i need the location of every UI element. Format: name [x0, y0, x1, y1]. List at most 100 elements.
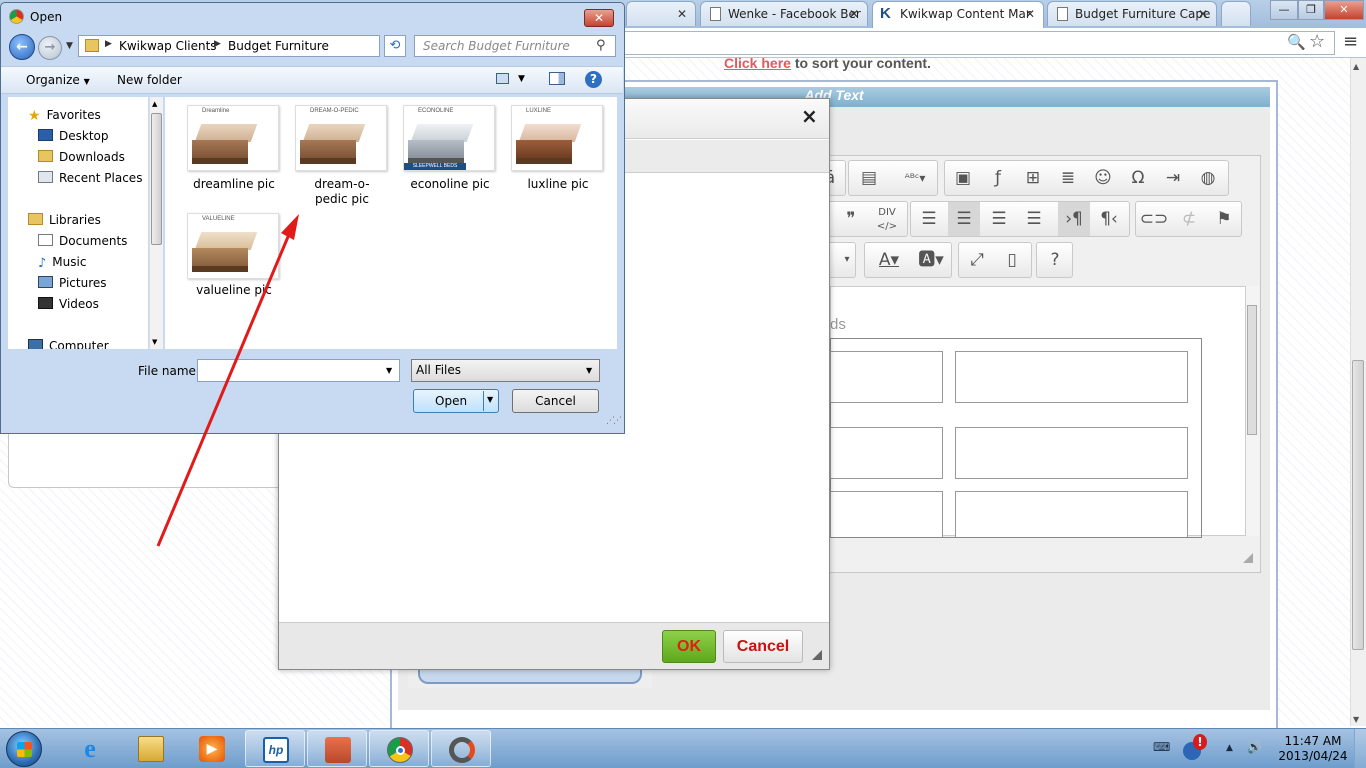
organize-menu[interactable]: Organize ▼	[26, 73, 90, 87]
tab-wenke[interactable]: Wenke - Facebook Ber ✕	[700, 1, 868, 26]
ok-button[interactable]: OK	[662, 630, 716, 663]
nav-desktop[interactable]: Desktop	[38, 129, 109, 143]
table-cell[interactable]	[830, 427, 943, 479]
page-break-icon[interactable]: ⇥	[1157, 161, 1189, 195]
taskbar-app[interactable]	[307, 730, 367, 767]
table-cell[interactable]	[955, 351, 1188, 403]
ltr-icon[interactable]: ›¶	[1058, 202, 1090, 236]
blue-button-fragment[interactable]	[408, 668, 652, 688]
chevron-down-icon[interactable]: ▼	[518, 74, 525, 84]
scroll-down-icon[interactable]: ▼	[1353, 715, 1359, 724]
show-blocks-icon[interactable]: ▯	[996, 243, 1028, 277]
tab-close-icon[interactable]: ✕	[677, 7, 687, 21]
window-close-button[interactable]: ✕	[1324, 0, 1364, 20]
scroll-up-icon[interactable]: ▲	[152, 100, 157, 108]
rtl-icon[interactable]: ¶‹	[1093, 202, 1125, 236]
taskbar-media-player[interactable]: ▶	[182, 730, 242, 767]
align-center-icon[interactable]: ☰	[948, 202, 980, 236]
template-icon[interactable]: ▤	[853, 161, 885, 195]
volume-icon[interactable]: 🔊	[1247, 740, 1262, 754]
table-cell[interactable]	[830, 351, 943, 403]
modal-cancel-button[interactable]: Cancel	[723, 630, 803, 663]
taskbar-chrome[interactable]	[369, 730, 429, 767]
table-cell[interactable]	[955, 427, 1188, 479]
omega-icon[interactable]: Ω	[1122, 161, 1154, 195]
tab-close-icon[interactable]: ✕	[1025, 7, 1035, 21]
refresh-icon[interactable]: ⟲	[384, 35, 406, 57]
action-center-icon[interactable]: !	[1183, 734, 1207, 760]
bookmark-star-icon[interactable]: ☆	[1309, 31, 1325, 52]
blockquote-icon[interactable]: ❞	[835, 202, 867, 236]
tab-partial[interactable]: ✕	[626, 1, 696, 26]
chevron-right-icon[interactable]: ▶	[105, 39, 112, 49]
smiley-icon[interactable]: ☺	[1087, 161, 1119, 195]
tab-kwikwap[interactable]: K Kwikwap Content Mar ✕	[872, 1, 1044, 28]
file-type-select[interactable]: All Files	[411, 359, 600, 382]
restore-button[interactable]: ❐	[1298, 0, 1324, 20]
nav-documents[interactable]: Documents	[38, 234, 127, 248]
zoom-icon[interactable]: 🔍	[1287, 33, 1306, 51]
modal-resize-grip[interactable]	[812, 650, 822, 660]
nav-recent-places[interactable]: Recent Places	[38, 171, 142, 185]
modal-close-icon[interactable]: ×	[801, 104, 818, 128]
spellcheck-icon[interactable]: ᴬᴮᶜ▾	[895, 161, 935, 195]
scroll-up-icon[interactable]: ▲	[1353, 62, 1359, 71]
text-color-icon[interactable]: A▾	[869, 243, 909, 277]
address-bar[interactable]	[600, 31, 1335, 55]
horizontal-rule-icon[interactable]: ≣	[1052, 161, 1084, 195]
taskbar-explorer[interactable]	[121, 730, 181, 767]
start-button[interactable]	[6, 731, 42, 767]
view-icon[interactable]	[496, 73, 509, 84]
show-hidden-icons[interactable]: ▲	[1226, 743, 1233, 753]
keyboard-icon[interactable]: ⌨	[1153, 740, 1170, 754]
dialog-cancel-button[interactable]: Cancel	[512, 389, 599, 413]
menu-icon[interactable]: ≡	[1343, 31, 1358, 52]
scroll-down-icon[interactable]: ▼	[152, 338, 157, 346]
page-scrollbar-thumb[interactable]	[1352, 360, 1364, 650]
link-icon[interactable]: ⊂⊃	[1138, 202, 1170, 236]
editor-resize-grip[interactable]	[1243, 553, 1253, 563]
help-icon[interactable]: ?	[585, 71, 602, 88]
file-name-input[interactable]	[197, 359, 400, 382]
anchor-icon[interactable]: ⚑	[1208, 202, 1240, 236]
help-icon[interactable]: ?	[1039, 243, 1071, 277]
new-folder-button[interactable]: New folder	[117, 73, 182, 87]
breadcrumb-budget-furniture[interactable]: Budget Furniture	[228, 39, 329, 53]
iframe-icon[interactable]: ◍	[1192, 161, 1224, 195]
bg-color-icon[interactable]: 🅰▾	[911, 243, 951, 277]
tab-close-icon[interactable]: ✕	[849, 7, 859, 21]
search-input[interactable]: Search Budget Furniture	[414, 35, 616, 57]
div-icon[interactable]: DIV </>	[871, 202, 903, 236]
unlink-icon[interactable]: ⊄	[1173, 202, 1205, 236]
show-desktop-button[interactable]	[1354, 729, 1366, 768]
font-size-dropdown-icon[interactable]: ▾	[831, 243, 863, 277]
nav-videos[interactable]: Videos	[38, 297, 99, 311]
new-tab-button[interactable]	[1221, 1, 1251, 26]
align-right-icon[interactable]: ☰	[983, 202, 1015, 236]
breadcrumb-kwikwap-clients[interactable]: Kwikwap Clients	[119, 39, 217, 53]
dialog-close-button[interactable]: ✕	[584, 9, 614, 27]
nav-music[interactable]: ♪ Music	[38, 255, 86, 271]
table-icon[interactable]: ⊞	[1017, 161, 1049, 195]
tab-budget-furniture[interactable]: Budget Furniture Cape ✕	[1047, 1, 1217, 26]
search-icon[interactable]: ⚲	[596, 38, 606, 53]
table-cell[interactable]	[955, 491, 1188, 537]
nav-scrollbar-thumb[interactable]	[151, 113, 162, 245]
chevron-down-icon[interactable]: ▼	[586, 366, 592, 375]
nav-favorites[interactable]: ★ Favorites	[28, 108, 101, 124]
image-icon[interactable]: ▣	[947, 161, 979, 195]
taskbar-sync[interactable]	[431, 730, 491, 767]
maximize-icon[interactable]: ⤢	[961, 243, 993, 277]
flash-icon[interactable]: ƒ	[982, 161, 1014, 195]
clock[interactable]: 11:47 AM 2013/04/24	[1276, 734, 1350, 764]
table-cell[interactable]	[830, 491, 943, 537]
nav-libraries[interactable]: Libraries	[28, 213, 101, 227]
back-arrow-icon[interactable]: ←	[9, 34, 35, 60]
preview-pane-icon[interactable]	[549, 72, 565, 85]
nav-downloads[interactable]: Downloads	[38, 150, 125, 164]
click-here-link[interactable]: Click here	[724, 55, 791, 71]
dialog-resize-grip[interactable]: ⋰⋰	[606, 416, 622, 426]
editor-scrollbar-thumb[interactable]	[1247, 305, 1257, 435]
forward-arrow-icon[interactable]: →	[38, 36, 62, 60]
chevron-down-icon[interactable]: ▼	[487, 395, 493, 404]
